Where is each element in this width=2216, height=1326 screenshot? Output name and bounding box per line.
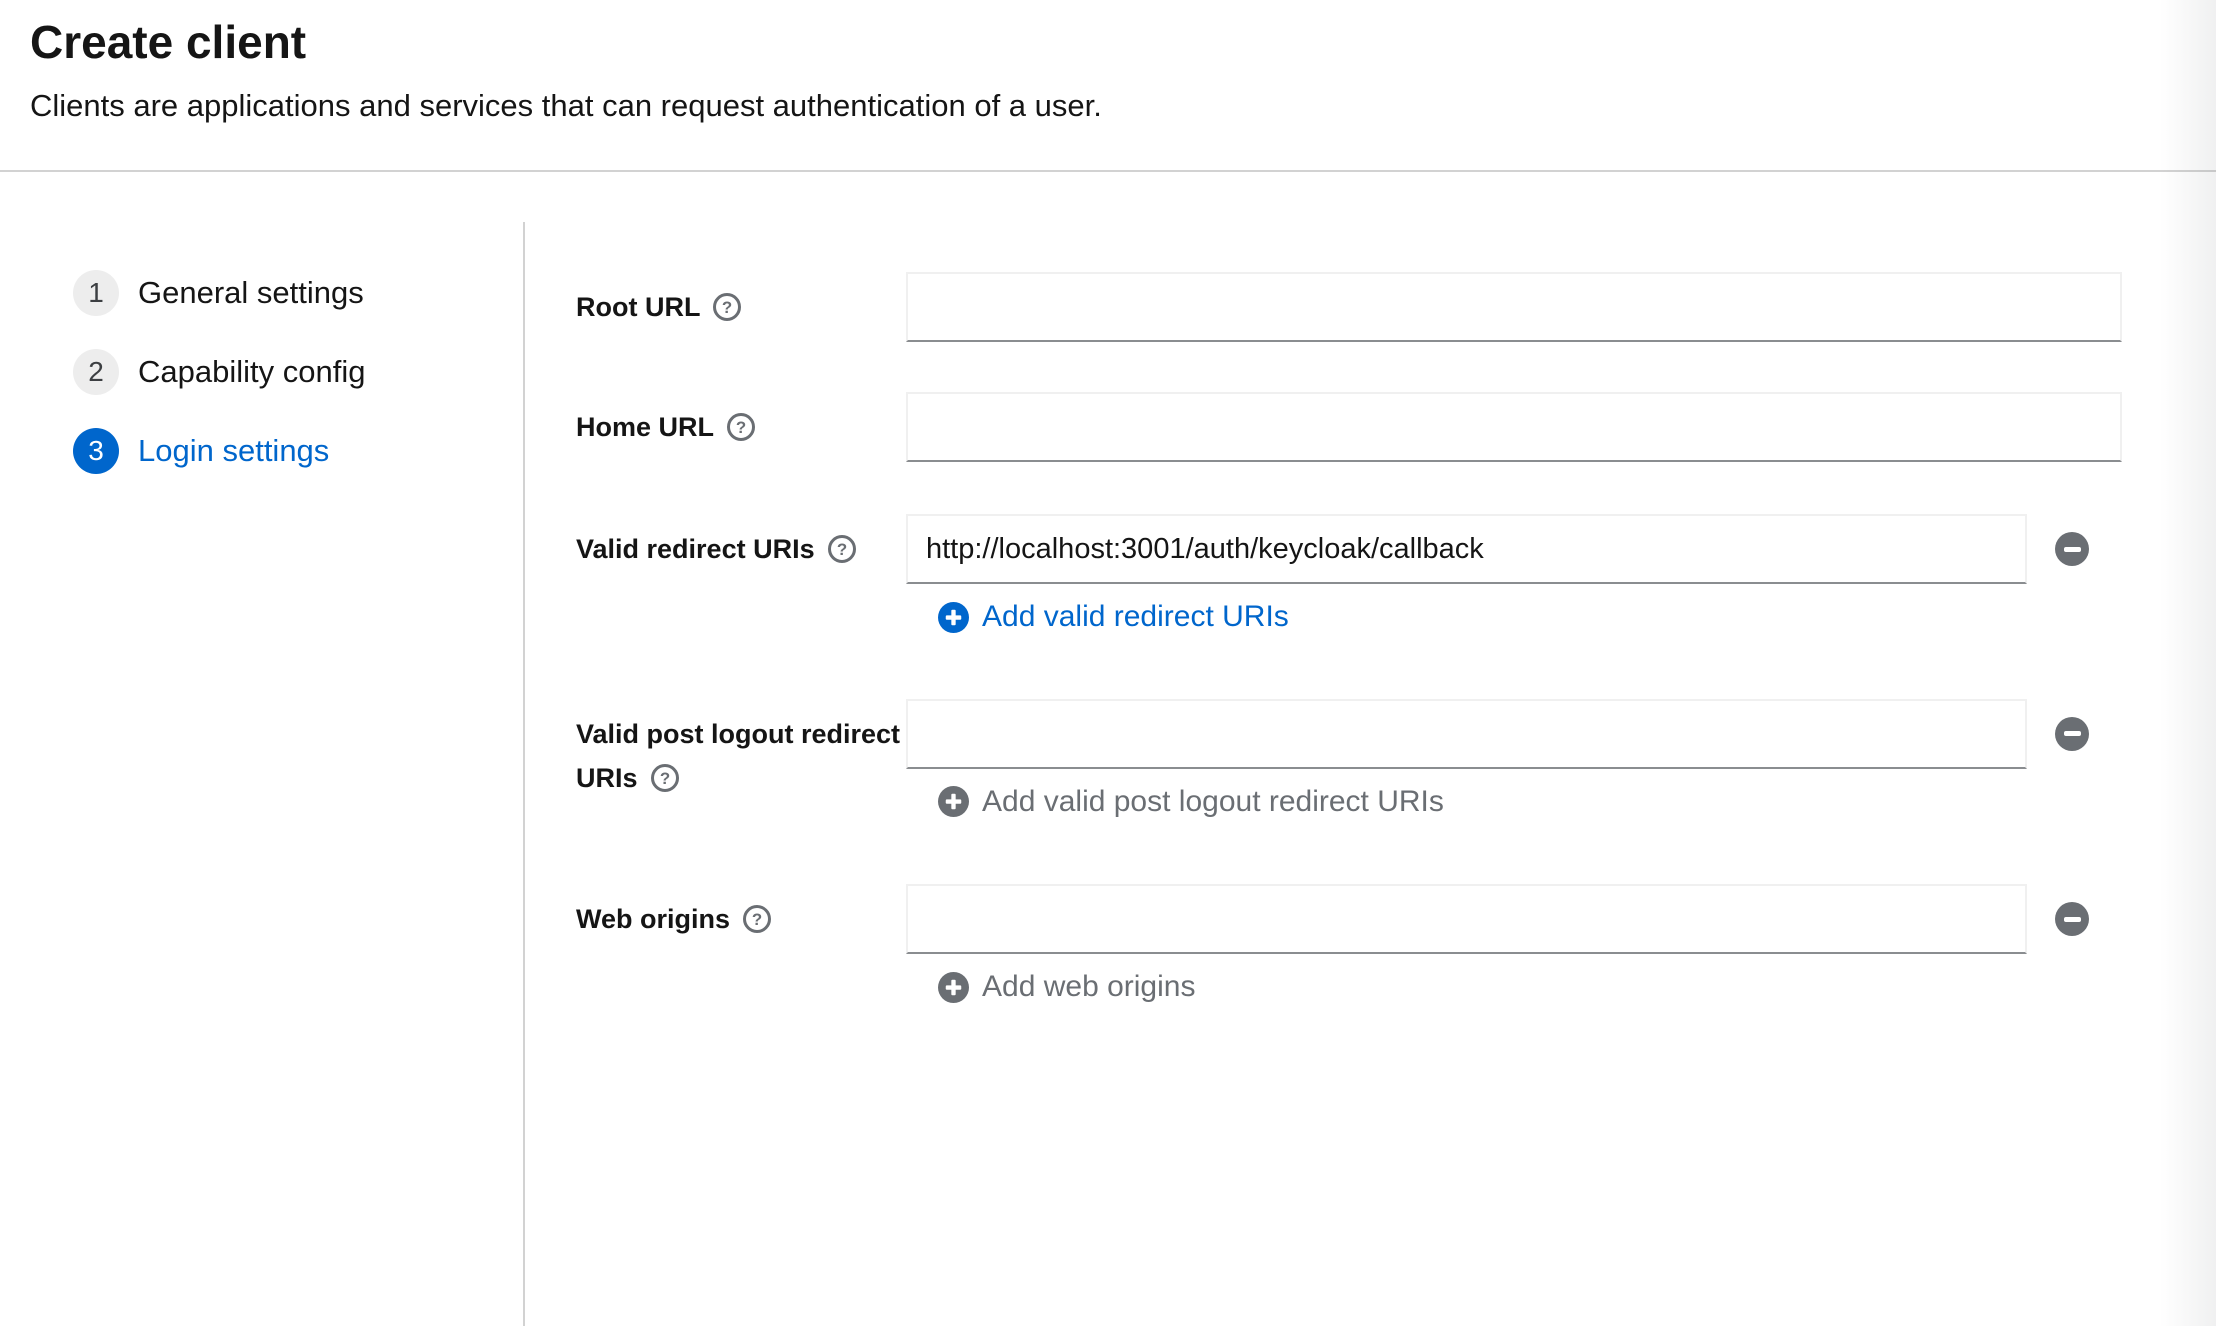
remove-post-logout-uri-button[interactable]: [2055, 716, 2089, 751]
plus-icon: [938, 601, 969, 633]
help-icon[interactable]: ?: [742, 904, 772, 934]
svg-text:?: ?: [722, 298, 732, 317]
minus-icon: [2063, 916, 2081, 922]
field-label-valid-post-logout-redirect-uris: Valid post logout redirect URIs?: [576, 718, 901, 793]
minus-icon: [2063, 731, 2081, 736]
add-valid-post-logout-redirect-uris-button[interactable]: Add valid post logout redirect URIs: [938, 785, 1444, 819]
remove-redirect-uri-button[interactable]: [2055, 532, 2089, 566]
form-row-home-url: Home URL?: [576, 392, 2216, 462]
add-web-origins-button[interactable]: Add web origins: [938, 970, 1195, 1004]
plus-icon: [938, 971, 969, 1003]
step-label: General settings: [138, 275, 364, 310]
login-settings-form: Root URL? Home URL? Valid redirect URIs …: [525, 222, 2216, 1326]
help-icon[interactable]: ?: [712, 292, 742, 322]
field-label-valid-redirect-uris: Valid redirect URIs?: [576, 514, 906, 571]
help-icon[interactable]: ?: [827, 534, 857, 564]
field-label-web-origins: Web origins?: [576, 884, 906, 941]
svg-text:?: ?: [659, 768, 669, 787]
field-label-root-url: Root URL?: [576, 272, 906, 329]
step-label: Capability config: [138, 354, 366, 389]
step-number-badge: 2: [73, 349, 119, 395]
help-icon[interactable]: ?: [726, 412, 756, 442]
step-number-badge: 3: [73, 428, 119, 474]
form-row-root-url: Root URL?: [576, 272, 2216, 342]
wizard-step-general-settings[interactable]: 1 General settings: [73, 270, 523, 316]
form-row-valid-redirect-uris: Valid redirect URIs? Add valid redirect …: [576, 514, 2216, 638]
wizard-step-nav: 1 General settings 2 Capability config 3…: [0, 222, 525, 1326]
help-icon[interactable]: ?: [650, 763, 680, 793]
create-client-screen: Create client Clients are applications a…: [0, 0, 2216, 1326]
plus-icon: [938, 786, 969, 817]
page-subtitle: Clients are applications and services th…: [30, 88, 1102, 123]
home-url-input[interactable]: [906, 392, 2122, 462]
web-origins-input[interactable]: [906, 884, 2027, 954]
remove-web-origin-button[interactable]: [2055, 902, 2089, 936]
svg-text:?: ?: [752, 910, 762, 929]
page-header: Create client Clients are applications a…: [0, 0, 2216, 172]
field-label-home-url: Home URL?: [576, 392, 906, 449]
svg-text:?: ?: [736, 418, 746, 437]
wizard-body: 1 General settings 2 Capability config 3…: [0, 222, 2216, 1326]
wizard-step-login-settings[interactable]: 3 Login settings: [73, 428, 523, 474]
form-row-web-origins: Web origins? Add web origins: [576, 884, 2216, 1008]
wizard-step-capability-config[interactable]: 2 Capability config: [73, 349, 523, 395]
valid-post-logout-redirect-uri-input[interactable]: [906, 698, 2027, 769]
root-url-input[interactable]: [906, 272, 2122, 342]
valid-redirect-uri-input[interactable]: [906, 514, 2027, 584]
minus-icon: [2063, 546, 2081, 552]
svg-text:?: ?: [836, 540, 846, 559]
page-title: Create client: [30, 16, 307, 68]
step-number-badge: 1: [73, 270, 119, 316]
form-row-valid-post-logout-redirect-uris: Valid post logout redirect URIs? Add val…: [576, 698, 2216, 823]
step-label: Login settings: [138, 433, 330, 468]
add-valid-redirect-uris-button[interactable]: Add valid redirect URIs: [938, 600, 1289, 634]
